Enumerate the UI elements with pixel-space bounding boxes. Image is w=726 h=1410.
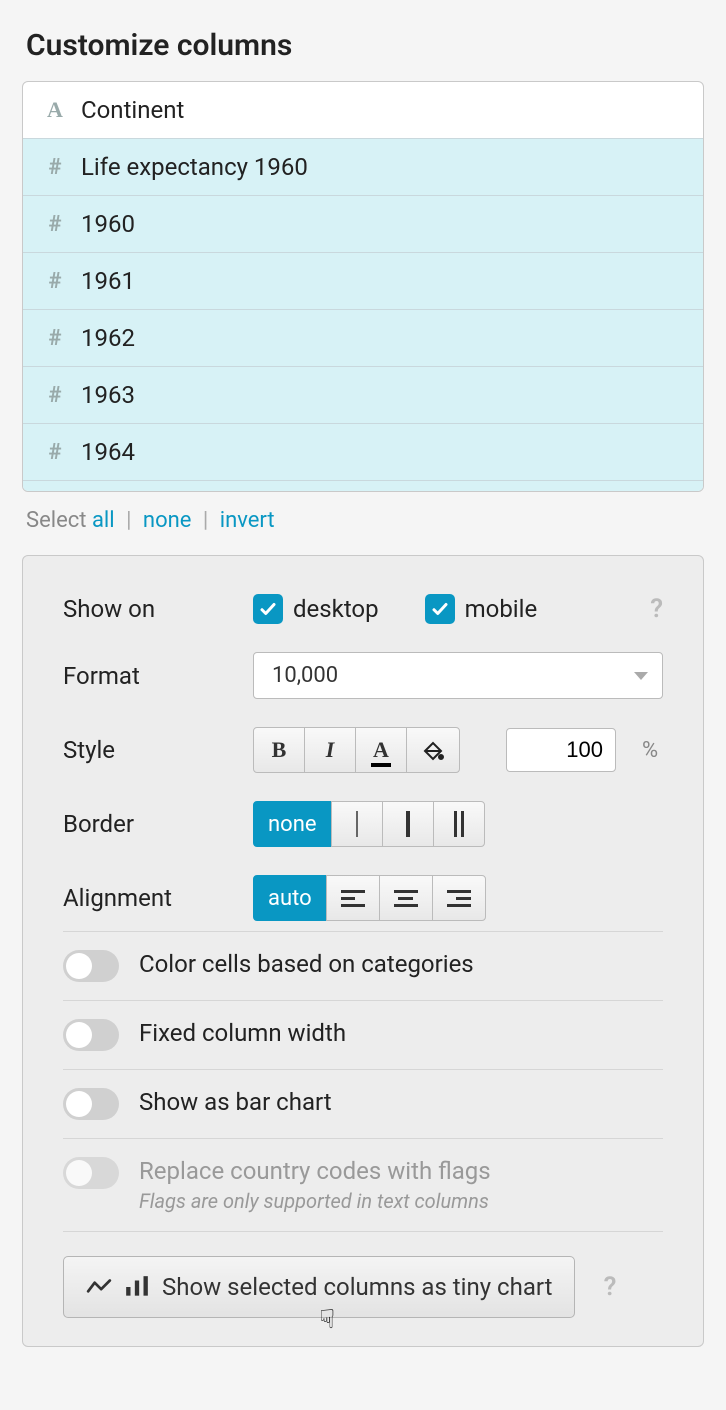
italic-button[interactable]: I <box>304 727 356 773</box>
number-type-icon: # <box>43 440 67 465</box>
tiny-chart-button[interactable]: Show selected columns as tiny chart ? ☟ <box>63 1256 575 1318</box>
flags-label: Replace country codes with flags <box>139 1157 491 1185</box>
sparkline-icon <box>86 1276 112 1298</box>
number-type-icon: # <box>43 326 67 351</box>
text-color-button[interactable]: A <box>355 727 407 773</box>
number-type-icon: # <box>43 212 67 237</box>
align-center-button[interactable] <box>379 875 433 921</box>
border-none-button[interactable]: none <box>253 801 332 847</box>
align-right-button[interactable] <box>432 875 486 921</box>
desktop-checkbox[interactable]: desktop <box>253 594 379 624</box>
cursor-icon: ☟ <box>319 1305 335 1335</box>
page-title: Customize columns <box>26 28 704 63</box>
text-type-icon: A <box>43 97 67 123</box>
select-all-link[interactable]: all <box>92 508 115 533</box>
border-double-button[interactable] <box>433 801 485 847</box>
column-list-overflow <box>23 481 703 491</box>
flags-toggle <box>63 1157 119 1189</box>
column-list: A Continent # Life expectancy 1960 # 196… <box>22 81 704 492</box>
align-auto-button[interactable]: auto <box>253 875 327 921</box>
color-cells-label: Color cells based on categories <box>139 950 474 978</box>
border-medium-icon <box>406 811 410 837</box>
number-type-icon: # <box>43 383 67 408</box>
border-double-icon <box>454 811 464 837</box>
select-none-link[interactable]: none <box>143 508 192 533</box>
align-center-icon <box>394 890 418 907</box>
align-left-icon <box>341 890 365 907</box>
flags-sublabel: Flags are only supported in text columns <box>139 1189 491 1213</box>
alignment-label: Alignment <box>63 884 253 912</box>
column-item[interactable]: # Life expectancy 1960 <box>23 139 703 196</box>
width-unit: % <box>642 738 658 763</box>
width-input[interactable] <box>506 728 616 772</box>
color-cells-toggle[interactable] <box>63 950 119 982</box>
bar-chart-icon <box>124 1276 150 1298</box>
fixed-width-label: Fixed column width <box>139 1019 346 1047</box>
border-medium-button[interactable] <box>382 801 434 847</box>
border-thin-button[interactable] <box>331 801 383 847</box>
border-button-group: none <box>253 801 485 847</box>
align-right-icon <box>447 890 471 907</box>
number-type-icon: # <box>43 269 67 294</box>
options-panel: Show on desktop mobile ? Format <box>22 555 704 1347</box>
fixed-width-toggle[interactable] <box>63 1019 119 1051</box>
column-item[interactable]: # 1960 <box>23 196 703 253</box>
format-label: Format <box>63 662 253 690</box>
select-invert-link[interactable]: invert <box>220 508 275 533</box>
column-item[interactable]: # 1963 <box>23 367 703 424</box>
bar-chart-toggle[interactable] <box>63 1088 119 1120</box>
column-item[interactable]: # 1961 <box>23 253 703 310</box>
column-label: 1961 <box>81 267 135 295</box>
column-label: 1964 <box>81 438 135 466</box>
align-left-button[interactable] <box>326 875 380 921</box>
help-icon[interactable]: ? <box>604 1272 617 1302</box>
show-on-label: Show on <box>63 595 253 623</box>
help-icon[interactable]: ? <box>650 594 663 624</box>
column-label: 1963 <box>81 381 135 409</box>
column-label: Life expectancy 1960 <box>81 153 308 181</box>
mobile-checkbox[interactable]: mobile <box>425 594 538 624</box>
paint-bucket-icon <box>421 738 445 762</box>
column-label: 1962 <box>81 324 135 352</box>
fill-color-button[interactable] <box>406 727 460 773</box>
number-type-icon: # <box>43 155 67 180</box>
style-button-group: B I A <box>253 727 460 773</box>
border-thin-icon <box>356 811 358 837</box>
column-label: Continent <box>81 96 184 124</box>
style-label: Style <box>63 736 253 764</box>
select-row: Select all | none | invert <box>22 492 704 555</box>
check-icon <box>253 594 283 624</box>
check-icon <box>425 594 455 624</box>
bar-chart-label: Show as bar chart <box>139 1088 332 1116</box>
border-label: Border <box>63 810 253 838</box>
bold-button[interactable]: B <box>253 727 305 773</box>
column-label: 1960 <box>81 210 135 238</box>
column-item[interactable]: # 1962 <box>23 310 703 367</box>
alignment-button-group: auto <box>253 875 486 921</box>
format-select[interactable]: 10,000 <box>253 652 663 699</box>
column-item[interactable]: # 1964 <box>23 424 703 481</box>
select-prefix: Select <box>26 508 86 533</box>
column-item[interactable]: A Continent <box>23 82 703 139</box>
chevron-down-icon <box>634 672 648 680</box>
